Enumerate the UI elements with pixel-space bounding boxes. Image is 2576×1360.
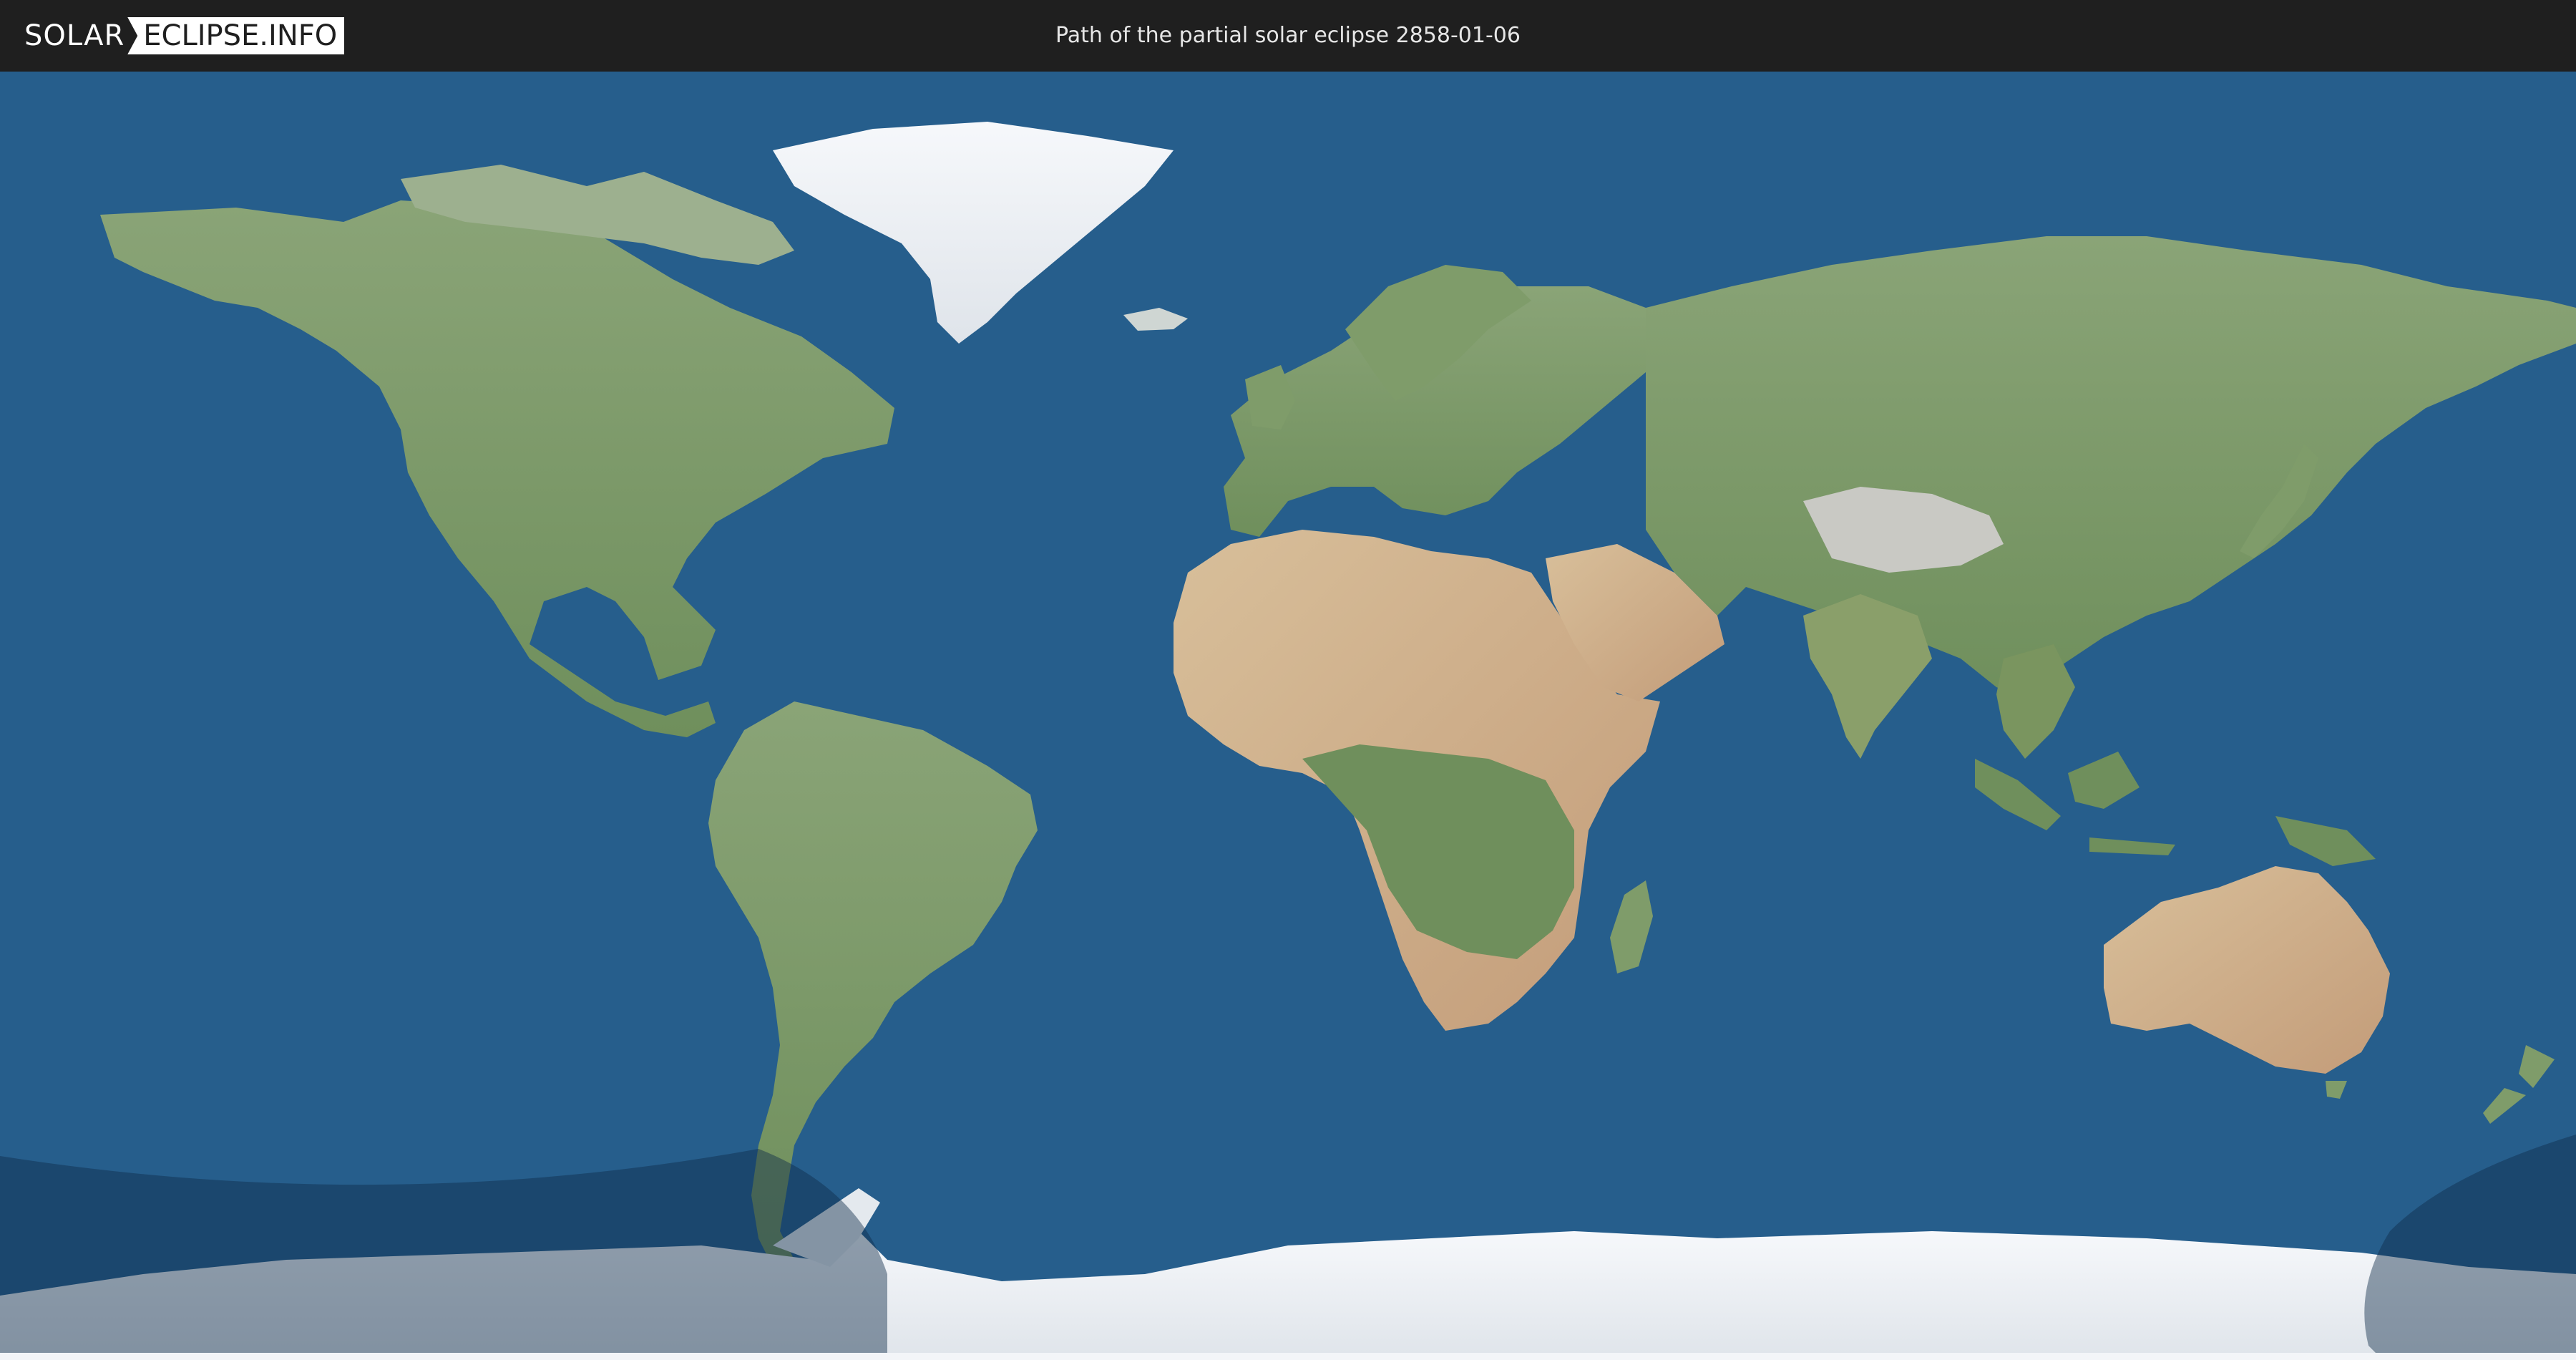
page-title: Path of the partial solar eclipse 2858-0… — [1055, 23, 1521, 48]
top-bar: SOLAR ECLIPSE.INFO Path of the partial s… — [0, 0, 2576, 72]
world-map[interactable] — [0, 72, 2576, 1360]
world-map-svg — [0, 72, 2576, 1360]
map-bottom-edge — [0, 1353, 2576, 1360]
